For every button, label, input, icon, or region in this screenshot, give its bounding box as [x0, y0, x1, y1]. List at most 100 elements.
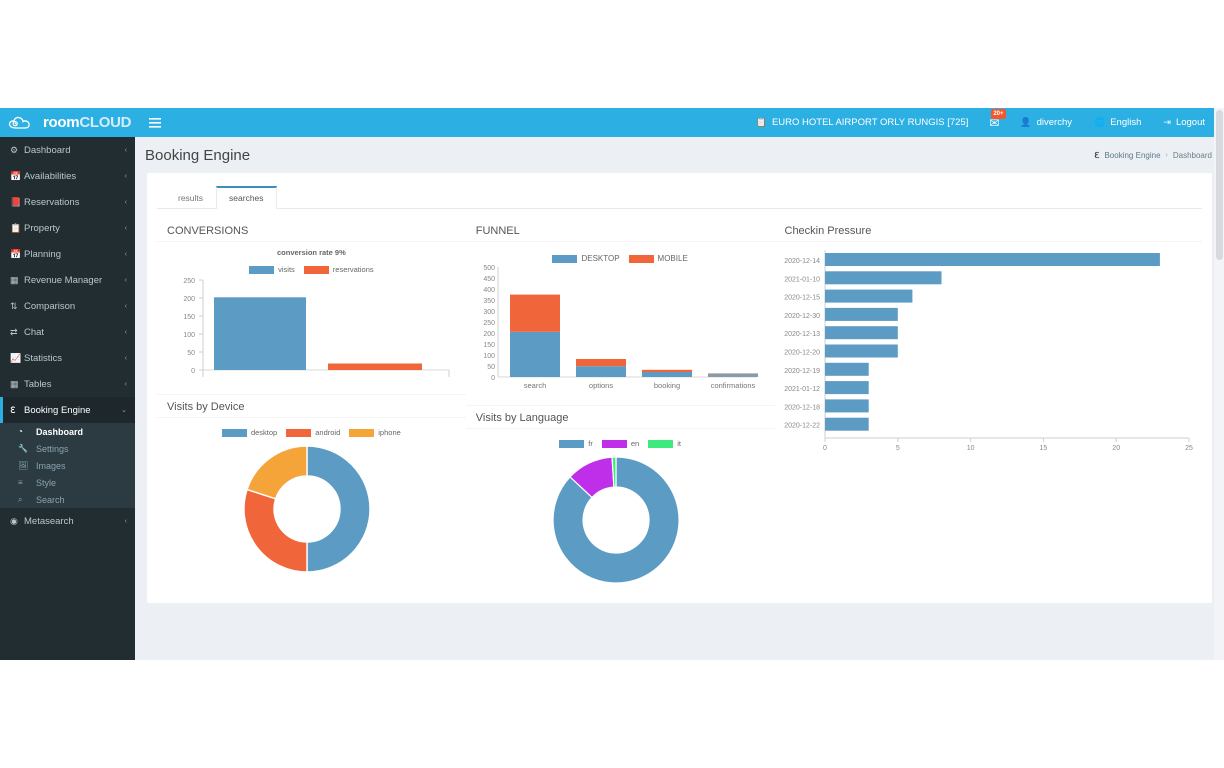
- sidebar-item-dashboard[interactable]: ⚙ Dashboard ‹: [0, 137, 135, 163]
- bar-booking-desktop[interactable]: [641, 372, 692, 377]
- messages-button[interactable]: ✉ 20+: [979, 108, 1009, 137]
- chevron-left-icon: ‹: [124, 380, 127, 388]
- page-title: Booking Engine: [145, 146, 251, 164]
- widget-title: Visits by Language: [475, 412, 569, 424]
- chart-legend: desktop android iphone: [157, 428, 466, 437]
- sidebar-subitem-settings[interactable]: 🔧 Settings: [0, 440, 135, 457]
- bar-2020-12-30[interactable]: [824, 307, 898, 321]
- bar-2020-12-18[interactable]: [824, 399, 869, 413]
- tab-results[interactable]: results: [165, 187, 216, 209]
- legend-item-it[interactable]: it: [648, 439, 681, 448]
- brand-logo[interactable]: roomCLOUD: [0, 108, 135, 137]
- donut-slice-desktop[interactable]: [306, 445, 371, 573]
- user-menu[interactable]: 👤 diverchy: [1009, 108, 1083, 137]
- widget-visits-by-language: Visits by Language fr en it: [465, 406, 775, 593]
- bar-booking-mobile[interactable]: [641, 369, 692, 372]
- legend-item-fr[interactable]: fr: [559, 439, 593, 448]
- language-menu[interactable]: 🌐 English: [1083, 108, 1152, 137]
- tab-searches[interactable]: searches: [216, 186, 277, 209]
- sidebar-item-comparison[interactable]: ⇅ Comparison ‹: [0, 293, 135, 319]
- bar-search-mobile[interactable]: [509, 294, 560, 332]
- logout-button[interactable]: ⇥ Logout: [1152, 108, 1216, 137]
- sidebar-item-statistics[interactable]: 📈 Statistics ‹: [0, 345, 135, 371]
- chart-legend: DESKTOP MOBILE: [466, 254, 775, 263]
- legend-swatch: [559, 439, 585, 448]
- breadcrumb-root[interactable]: Booking Engine: [1104, 151, 1160, 160]
- sidebar-subitem-style[interactable]: ≡ Style: [0, 474, 135, 491]
- sidebar-item-reservations[interactable]: 📕 Reservations ‹: [0, 189, 135, 215]
- sidebar-subitem-search[interactable]: ⌕ Search: [0, 491, 135, 508]
- svg-text:2020-12-14: 2020-12-14: [784, 258, 820, 265]
- sidebar-subitem-label: Search: [36, 494, 65, 505]
- sidebar-item-booking-engine[interactable]: ℇ Booking Engine ⌄: [0, 397, 135, 423]
- bar-search-desktop[interactable]: [509, 331, 560, 377]
- x-tick-label: booking: [654, 381, 680, 390]
- bar-options-mobile[interactable]: [575, 359, 626, 367]
- bar-2020-12-19[interactable]: [824, 362, 869, 376]
- booking-engine-icon: ℇ: [10, 404, 16, 415]
- bar-2020-12-14[interactable]: [824, 253, 1160, 266]
- legend-item-android[interactable]: android: [286, 428, 340, 437]
- sidebar-item-metasearch[interactable]: ◉ Metasearch ‹: [0, 508, 135, 534]
- svg-text:15: 15: [1039, 445, 1047, 452]
- cloud-icon: [8, 116, 38, 130]
- sidebar-item-label: Dashboard: [24, 144, 71, 156]
- bar-2021-01-10[interactable]: [824, 271, 942, 285]
- donut-slice-android[interactable]: [243, 488, 308, 573]
- bar-2020-12-15[interactable]: [824, 289, 912, 303]
- sidebar-toggle-button[interactable]: [141, 108, 169, 137]
- chart-checkin-pressure: 2020-12-14 2021-01-10 2020-12-15 2020-12…: [774, 241, 1202, 469]
- chevron-left-icon: ‹: [124, 276, 127, 284]
- chart-visits-by-language: fr en it: [465, 428, 775, 593]
- bar-options-desktop[interactable]: [575, 366, 626, 377]
- svg-text:0: 0: [191, 368, 195, 375]
- legend-item-desktop[interactable]: desktop: [221, 428, 277, 437]
- legend-item-desktop[interactable]: DESKTOP: [552, 254, 620, 263]
- legend-swatch: [552, 254, 578, 263]
- sidebar-item-tables[interactable]: ▦ Tables ‹: [0, 371, 135, 397]
- vertical-scrollbar-track[interactable]: [1214, 108, 1224, 660]
- bar-reservations[interactable]: [328, 363, 422, 371]
- legend-label: MOBILE: [657, 254, 688, 263]
- sidebar-subitem-images[interactable]: 🖼 Images: [0, 457, 135, 474]
- sidebar-subitem-label: Settings: [36, 443, 69, 454]
- sidebar-item-revenue-manager[interactable]: ▦ Revenue Manager ‹: [0, 267, 135, 293]
- bar-2020-12-20[interactable]: [824, 344, 898, 358]
- user-icon: 👤: [1020, 117, 1032, 127]
- booking-engine-icon: ℇ: [1094, 149, 1100, 160]
- column-left: CONVERSIONS conversion rate 9% visits re…: [157, 219, 466, 593]
- sidebar-item-availabilities[interactable]: 📅 Availabilities ‹: [0, 163, 135, 189]
- legend-label: visits: [278, 265, 295, 274]
- vertical-scrollbar-thumb[interactable]: [1216, 110, 1223, 260]
- conversion-rate-label: conversion rate 9%: [276, 248, 346, 257]
- legend-item-iphone[interactable]: iphone: [349, 428, 401, 437]
- brand-name-room: room: [43, 114, 80, 131]
- dashboard-panel: results searches CONVERSIONS conversion …: [147, 173, 1212, 603]
- legend-item-en[interactable]: en: [601, 439, 639, 448]
- bar-confirmations-desktop[interactable]: [707, 373, 758, 377]
- legend-item-visits[interactable]: visits: [249, 265, 295, 274]
- sidebar-subitem-dashboard[interactable]: ◔ Dashboard: [0, 423, 135, 440]
- grid-icon: ▦: [10, 274, 19, 285]
- donut-slice-iphone[interactable]: [246, 445, 308, 500]
- widget-grid: CONVERSIONS conversion rate 9% visits re…: [157, 209, 1202, 593]
- top-navbar: roomCLOUD 📋 EURO HOTEL AIRPORT ORLY RUNG…: [0, 108, 1224, 137]
- x-tick-label: options: [589, 381, 613, 390]
- bar-2021-01-12[interactable]: [824, 381, 869, 395]
- bar-2020-12-13[interactable]: [824, 326, 898, 340]
- current-hotel[interactable]: 📋 EURO HOTEL AIRPORT ORLY RUNGIS [725]: [745, 108, 980, 137]
- breadcrumb-current: Dashboard: [1172, 150, 1212, 160]
- sidebar-item-chat[interactable]: ⇄ Chat ‹: [0, 319, 135, 345]
- sidebar-item-property[interactable]: 📋 Property ‹: [0, 215, 135, 241]
- legend-item-mobile[interactable]: MOBILE: [628, 254, 688, 263]
- legend-item-reservations[interactable]: reservations: [303, 265, 374, 274]
- sidebar-item-planning[interactable]: 📅 Planning ‹: [0, 241, 135, 267]
- y-axis: 250 200 150 100 50 0: [183, 278, 204, 375]
- globe-icon: 🌐: [1094, 117, 1106, 127]
- svg-text:2020-12-20: 2020-12-20: [784, 350, 820, 357]
- sidebar-subitem-label: Dashboard: [36, 426, 84, 437]
- legend-swatch: [628, 254, 654, 263]
- search-icon: ⌕: [18, 494, 23, 504]
- bar-visits[interactable]: [214, 297, 306, 370]
- bar-2020-12-22[interactable]: [824, 417, 869, 431]
